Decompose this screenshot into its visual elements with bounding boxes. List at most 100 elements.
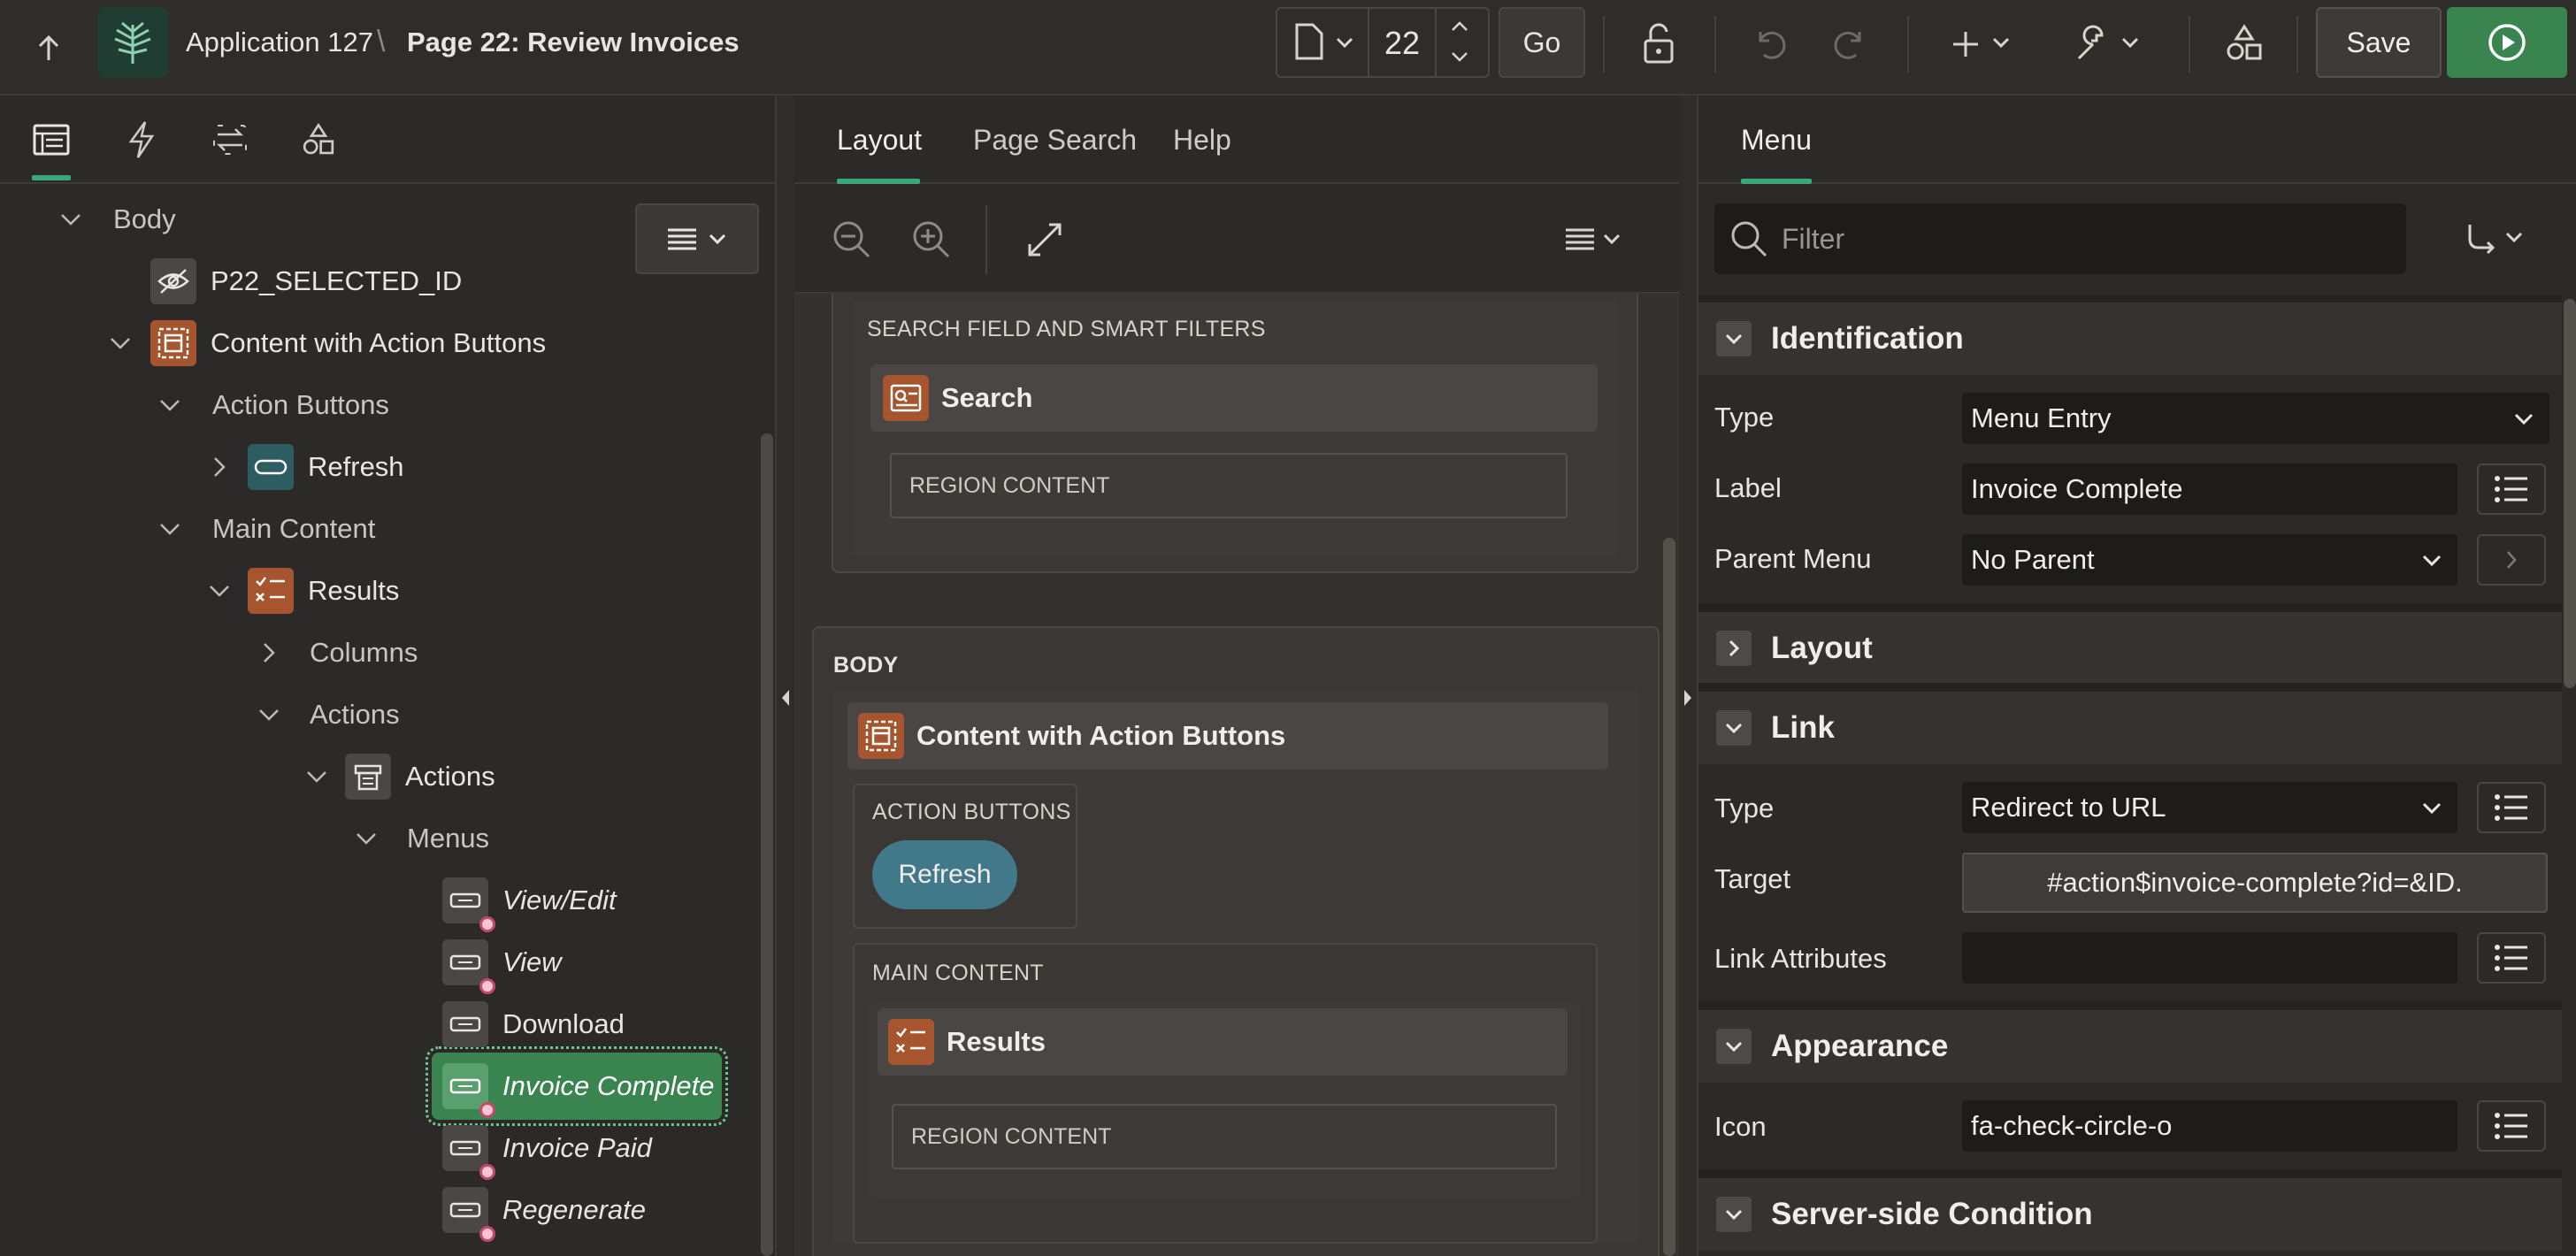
chevron-down-icon[interactable] [354, 826, 379, 851]
rendering-tab-icon[interactable] [27, 115, 76, 165]
page-icon[interactable] [1293, 21, 1325, 62]
layout-menu-icon[interactable] [1564, 223, 1635, 258]
tree-label: P22_SELECTED_ID [211, 265, 463, 296]
tab-menu[interactable]: Menu [1741, 96, 1812, 184]
section-identification[interactable]: Identification [1698, 303, 2562, 375]
create-menu-icon[interactable] [1946, 25, 2020, 64]
filter-input[interactable] [1782, 222, 2348, 256]
search-region-title[interactable]: Search [870, 364, 1598, 432]
section-appearance[interactable]: Appearance [1698, 1010, 2562, 1083]
section-link[interactable]: Link [1698, 692, 2562, 764]
layout-scrollbar[interactable] [1663, 538, 1675, 1256]
go-button[interactable]: Go [1499, 7, 1585, 78]
action-buttons-slot[interactable]: ACTION BUTTONS Refresh [853, 784, 1077, 929]
tree-node-refresh[interactable]: Refresh [248, 440, 404, 494]
chevron-down-icon[interactable] [1716, 321, 1752, 356]
chevron-right-icon[interactable] [207, 455, 232, 479]
slot-caption: ACTION BUTTONS [872, 800, 1071, 824]
zoom-out-icon[interactable] [830, 218, 874, 262]
page-increment-icon[interactable] [1447, 14, 1472, 37]
tree-node-results[interactable]: Results [248, 564, 399, 617]
results-region-title[interactable]: Results [878, 1008, 1568, 1076]
tree-node-p22-selected-id[interactable]: P22_SELECTED_ID [150, 255, 462, 308]
link-attributes-input[interactable] [1962, 932, 2457, 984]
tree-node-menus[interactable]: Menus [407, 812, 489, 865]
chevron-right-icon[interactable] [1716, 631, 1752, 666]
label-input[interactable]: Invoice Complete [1962, 463, 2457, 515]
tab-help[interactable]: Help [1173, 96, 1231, 184]
tree-menu-button[interactable] [635, 203, 759, 274]
page-number-input[interactable]: 22 [1380, 25, 1424, 62]
expand-icon[interactable] [1023, 218, 1067, 262]
tree-node-view-edit[interactable]: View/Edit [442, 874, 617, 932]
tree-node-actions[interactable]: Actions [345, 750, 495, 803]
chevron-down-icon[interactable] [157, 393, 182, 417]
shared-components-tab-icon[interactable] [294, 115, 343, 165]
property-scrollbar[interactable] [2564, 299, 2576, 688]
section-layout[interactable]: Layout [1698, 612, 2562, 685]
icon-input[interactable]: fa-check-circle-o [1962, 1100, 2457, 1152]
save-button[interactable]: Save [2316, 7, 2442, 78]
tree-node-body[interactable]: Body [113, 193, 176, 246]
chevron-right-icon[interactable] [257, 640, 281, 665]
app-name[interactable]: Application 127 [186, 27, 373, 58]
refresh-button[interactable]: Refresh [872, 840, 1017, 909]
chevron-down-icon[interactable] [257, 702, 281, 727]
left-splitter[interactable] [775, 96, 794, 1256]
tree-node-download[interactable]: Download [442, 998, 625, 1051]
label-list-button[interactable] [2477, 463, 2546, 515]
right-splitter[interactable] [1679, 96, 1698, 1256]
chevron-down-icon[interactable] [1716, 710, 1752, 746]
region-content-placeholder[interactable]: REGION CONTENT [890, 453, 1568, 518]
section-separator [1698, 1001, 2562, 1010]
utilities-wrench-icon[interactable] [2070, 23, 2150, 65]
parent-menu-select[interactable]: No Parent [1962, 534, 2457, 586]
tab-page-search[interactable]: Page Search [973, 96, 1137, 184]
chevron-down-icon[interactable] [1716, 1197, 1752, 1232]
tree-node-invoice-paid[interactable]: Invoice Paid [442, 1122, 652, 1180]
search-smart-filters-region[interactable]: SEARCH FIELD AND SMART FILTERS Search RE… [832, 294, 1638, 573]
tree-node-actions-group[interactable]: Actions [310, 688, 400, 741]
chevron-down-icon[interactable] [108, 331, 133, 356]
go-to-group-icon[interactable] [2463, 219, 2534, 258]
tree-node-view[interactable]: View [442, 936, 562, 994]
property-filter-field[interactable] [1714, 203, 2406, 274]
chevron-down-icon[interactable] [157, 517, 182, 541]
shared-components-icon[interactable] [2222, 21, 2266, 65]
redo-icon[interactable] [1828, 21, 1872, 65]
run-page-button[interactable] [2447, 7, 2567, 78]
content-region-title[interactable]: Content with Action Buttons [847, 702, 1608, 770]
tree-node-action-buttons[interactable]: Action Buttons [212, 379, 389, 432]
app-logo-icon[interactable] [97, 7, 168, 78]
link-type-list-button[interactable] [2477, 782, 2546, 833]
page-decrement-icon[interactable] [1447, 46, 1472, 69]
undo-icon[interactable] [1748, 21, 1792, 65]
region-content-placeholder[interactable]: REGION CONTENT [892, 1104, 1557, 1169]
body-region[interactable]: BODY Content with Action Buttons ACTION … [812, 626, 1660, 1256]
unlock-icon[interactable] [1637, 21, 1681, 65]
processing-icon[interactable] [205, 115, 255, 165]
tree-node-columns[interactable]: Columns [310, 626, 418, 679]
chevron-down-icon[interactable] [304, 764, 329, 789]
tree-node-regenerate[interactable]: Regenerate [442, 1183, 646, 1242]
chevron-down-icon[interactable] [207, 578, 232, 603]
zoom-in-icon[interactable] [909, 218, 954, 262]
tree-node-content-with-action-buttons[interactable]: Content with Action Buttons [150, 317, 546, 370]
chevron-down-icon[interactable] [1716, 1029, 1752, 1064]
tree-node-main-content[interactable]: Main Content [212, 502, 375, 555]
chevron-down-icon[interactable] [58, 207, 83, 232]
chevron-down-icon[interactable] [1334, 32, 1355, 53]
target-link-builder[interactable]: #action$invoice-complete?id=&ID. [1962, 853, 2548, 913]
parent-menu-goto-button[interactable] [2477, 534, 2546, 586]
left-scrollbar[interactable] [761, 433, 773, 1256]
link-attributes-list-button[interactable] [2477, 932, 2546, 984]
tree-node-invoice-complete[interactable]: Invoice Complete [442, 1060, 715, 1118]
tab-layout[interactable]: Layout [837, 96, 922, 184]
icon-picker-button[interactable] [2477, 1100, 2546, 1152]
section-server-side-condition[interactable]: Server-side Condition [1698, 1178, 2562, 1251]
link-type-select[interactable]: Redirect to URL [1962, 782, 2457, 833]
up-arrow-icon[interactable] [27, 27, 71, 71]
dynamic-actions-icon[interactable] [117, 115, 166, 165]
type-select[interactable]: Menu Entry [1962, 393, 2549, 444]
main-content-slot[interactable]: MAIN CONTENT Results REGION CONTENT [853, 943, 1598, 1244]
